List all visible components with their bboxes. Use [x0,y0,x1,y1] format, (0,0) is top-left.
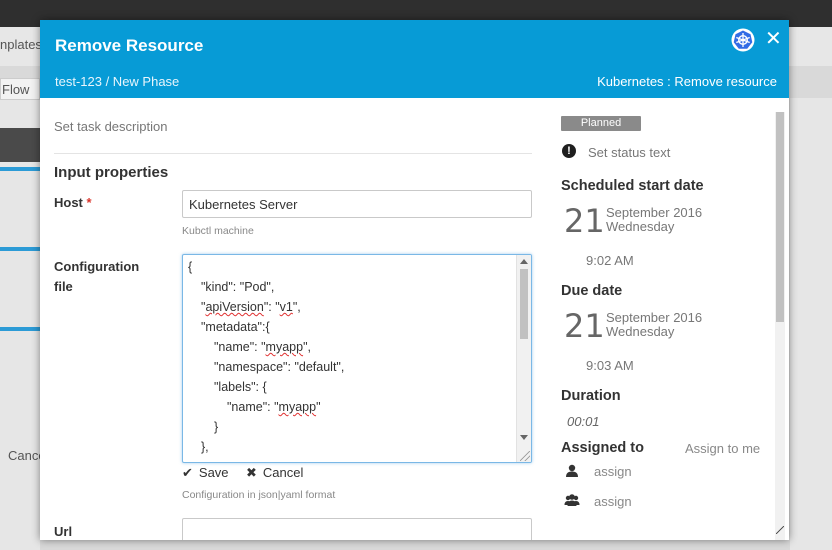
dialog-resize-handle-icon[interactable] [776,526,784,534]
save-button[interactable]: ✔ Save [182,465,229,481]
resize-handle-icon[interactable] [520,451,530,461]
configuration-help-text: Configuration in json|yaml format [182,489,336,501]
url-label: Url [54,524,73,539]
background-flow-tab: Flow [0,78,40,100]
code-line: { [188,260,193,274]
kubernetes-icon [731,28,755,52]
code-line: "namespace": "default", [214,360,345,374]
dialog-header: Remove Resource test-123 / New Phase Kub… [40,20,789,98]
dialog-scrollbar[interactable] [775,112,785,540]
breadcrumb: test-123 / New Phase [55,74,180,89]
due-time[interactable]: 9:03 AM [586,358,634,373]
code-line: }, [201,440,209,454]
due-month-year: September 2016 [606,310,703,325]
host-input[interactable]: Kubernetes Server [182,190,532,218]
status-text-field[interactable]: Set status text [588,145,670,160]
scheduled-time[interactable]: 9:02 AM [586,253,634,268]
due-date-heading: Due date [561,283,623,299]
cross-icon: ✖ [246,466,257,481]
code-line: "name": "myapp" [227,400,321,414]
input-properties-heading: Input properties [54,164,169,181]
scrollbar-thumb[interactable] [520,269,528,339]
url-input[interactable] [182,518,532,540]
scheduled-month-year: September 2016 [606,205,703,220]
dialog-scrollbar-thumb[interactable] [776,112,784,322]
code-line: "labels": { [214,380,267,394]
background-tab-templates: nplates [0,37,42,52]
task-type-label: Kubernetes : Remove resource [597,74,777,89]
assigned-to-heading: Assigned to [561,440,644,456]
exclamation-icon: ! [562,144,576,158]
editor-scrollbar[interactable] [516,255,531,462]
save-label: Save [198,465,229,480]
cancel-button[interactable]: ✖ Cancel [246,465,303,481]
status-badge: Planned [561,116,641,131]
background-accent-line [0,167,40,171]
configuration-label-line2: file [54,279,73,294]
configuration-file-label: Configuration file [54,257,139,297]
assign-user-link[interactable]: assign [594,464,632,479]
host-label-text: Host [54,195,83,210]
duration-value[interactable]: 00:01 [567,414,600,429]
remove-resource-dialog: Remove Resource test-123 / New Phase Kub… [40,20,789,540]
dialog-title: Remove Resource [55,36,204,55]
background-dark-bar [0,128,40,162]
code-line: "kind": "Pod", [201,280,275,294]
check-icon: ✔ [182,466,193,481]
background-accent-line [0,247,40,251]
code-line: } [214,420,219,434]
code-line: "apiVersion": "v1", [201,300,301,314]
duration-heading: Duration [561,388,621,404]
due-weekday: Wednesday [606,324,675,339]
configuration-label-line1: Configuration [54,259,140,274]
close-icon[interactable]: ✕ [765,28,782,48]
dialog-body: Set task description Input properties Ho… [40,98,789,540]
code-line: "name": "myapp", [214,340,311,354]
assign-team-link[interactable]: assign [594,494,632,509]
task-description-field[interactable]: Set task description [54,119,167,134]
scheduled-start-heading: Scheduled start date [561,178,704,194]
cancel-label: Cancel [262,465,304,480]
scroll-up-arrow-icon[interactable] [520,259,528,264]
scroll-down-arrow-icon[interactable] [520,435,528,440]
code-line: "metadata":{ [201,320,270,334]
assign-to-me-link[interactable]: Assign to me [685,441,760,456]
team-icon [564,494,580,506]
user-icon [566,464,578,477]
scheduled-weekday: Wednesday [606,219,675,234]
host-label: Host * [54,193,92,213]
configuration-file-editor[interactable]: { "kind": "Pod", "apiVersion": "v1", "me… [182,254,532,463]
divider [54,153,532,154]
required-marker: * [86,195,92,210]
scheduled-day[interactable]: 21 [564,202,605,240]
host-help-text: Kubctl machine [182,225,254,237]
background-right-panel [790,98,832,550]
due-day[interactable]: 21 [564,307,605,345]
background-accent-line [0,327,40,331]
